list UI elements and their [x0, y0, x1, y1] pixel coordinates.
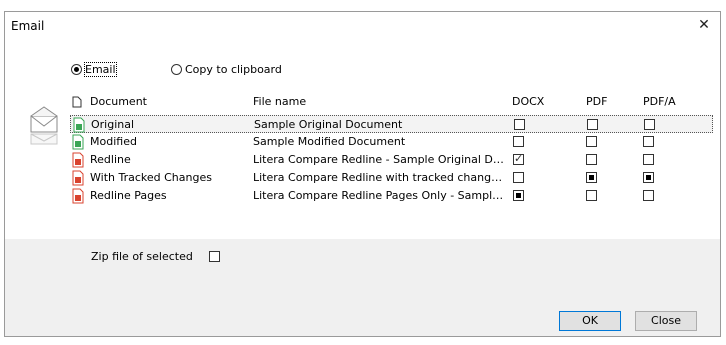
- ok-button[interactable]: OK: [559, 311, 621, 331]
- docx-checkbox[interactable]: [514, 119, 525, 130]
- docx-checkbox[interactable]: [513, 152, 524, 165]
- zip-checkbox[interactable]: [208, 251, 220, 262]
- close-icon[interactable]: ✕: [696, 17, 712, 33]
- dialog-title: Email: [11, 19, 45, 33]
- row-document: Original: [91, 118, 135, 131]
- radio-dot[interactable]: [171, 64, 182, 75]
- radio-email-label: Email: [84, 62, 117, 77]
- radio-copy-label: Copy to clipboard: [185, 63, 282, 76]
- header-document[interactable]: Document: [90, 95, 147, 108]
- radio-dot[interactable]: [71, 64, 82, 75]
- table-row[interactable]: Redline Pages Litera Compare Redline Pag…: [70, 187, 713, 205]
- pdfa-checkbox[interactable]: [643, 154, 654, 165]
- zip-option[interactable]: Zip file of selected: [91, 250, 220, 263]
- row-file-name[interactable]: Sample Original Document: [254, 118, 509, 131]
- table-row[interactable]: Original Sample Original Document: [70, 115, 713, 133]
- pdfa-checkbox[interactable]: [643, 190, 654, 201]
- header-pdfa[interactable]: PDF/A: [643, 95, 676, 108]
- row-file-name[interactable]: Litera Compare Redline Pages Only - Samp…: [253, 189, 508, 202]
- table-row[interactable]: Redline Litera Compare Redline - Sample …: [70, 151, 713, 169]
- docx-checkbox[interactable]: [513, 136, 524, 147]
- header-docx[interactable]: DOCX: [512, 95, 544, 108]
- row-document: Redline Pages: [90, 189, 167, 202]
- docx-checkbox[interactable]: [513, 190, 524, 201]
- pdf-checkbox[interactable]: [586, 190, 597, 201]
- document-green-icon: [72, 134, 84, 150]
- row-document: Modified: [90, 135, 137, 148]
- document-red-icon: [72, 170, 84, 186]
- close-button[interactable]: Close: [635, 311, 697, 331]
- table-row[interactable]: With Tracked Changes Litera Compare Redl…: [70, 169, 713, 187]
- docx-checkbox[interactable]: [513, 172, 524, 183]
- pdfa-checkbox[interactable]: [643, 172, 654, 183]
- pdf-checkbox[interactable]: [586, 136, 597, 147]
- document-red-icon: [72, 188, 84, 204]
- row-document: Redline: [90, 153, 131, 166]
- zip-label: Zip file of selected: [91, 250, 193, 263]
- row-file-name[interactable]: Litera Compare Redline with tracked chan…: [253, 171, 508, 184]
- radio-email[interactable]: Email: [71, 62, 117, 77]
- pdf-checkbox[interactable]: [586, 154, 597, 165]
- header-file-name[interactable]: File name: [253, 95, 306, 108]
- row-file-name[interactable]: Sample Modified Document: [253, 135, 508, 148]
- document-red-icon: [72, 152, 84, 168]
- title-bar: Email ✕: [5, 12, 720, 40]
- pdf-checkbox[interactable]: [587, 119, 598, 130]
- document-green-icon: [73, 117, 85, 133]
- envelope-icon: [30, 106, 58, 145]
- email-dialog: Email ✕ Email Copy to clipboard Document…: [4, 11, 721, 337]
- row-document: With Tracked Changes: [90, 171, 212, 184]
- header-pdf[interactable]: PDF: [586, 95, 607, 108]
- pdfa-checkbox[interactable]: [643, 136, 654, 147]
- document-icon: [72, 96, 82, 108]
- table-row[interactable]: Modified Sample Modified Document: [70, 133, 713, 151]
- pdfa-checkbox[interactable]: [644, 119, 655, 130]
- row-file-name[interactable]: Litera Compare Redline - Sample Original…: [253, 153, 508, 166]
- pdf-checkbox[interactable]: [586, 172, 597, 183]
- radio-copy-to-clipboard[interactable]: Copy to clipboard: [171, 63, 282, 76]
